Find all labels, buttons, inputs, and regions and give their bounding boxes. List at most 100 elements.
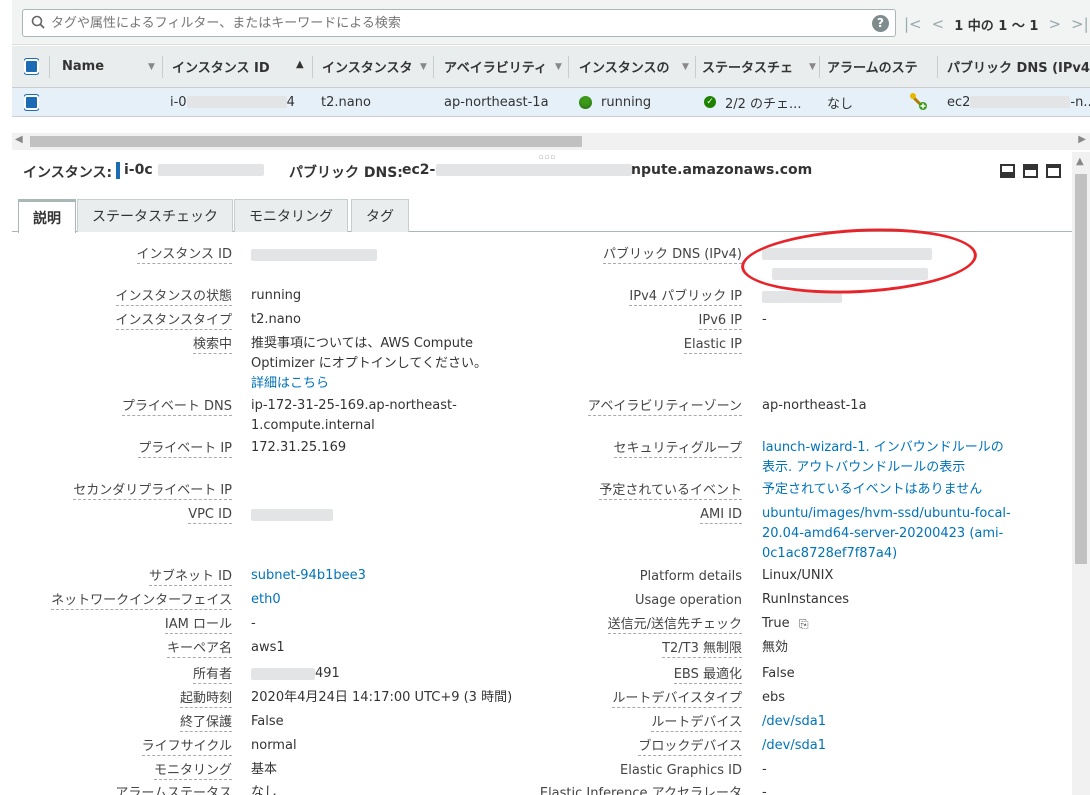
- create-alarm-icon[interactable]: [909, 88, 929, 116]
- annotation-ellipse: [739, 222, 979, 300]
- field-value: False: [251, 714, 284, 729]
- table-row[interactable]: i-0 4 t2.nano ap-northeast-1a running ✓ …: [12, 88, 1090, 117]
- ami-link[interactable]: 20.04-amd64-server-20200423 (ami-: [762, 524, 1003, 544]
- first-page-icon[interactable]: |<: [904, 15, 922, 33]
- tab-description[interactable]: 説明: [18, 199, 76, 233]
- edit-icon[interactable]: ⎘: [799, 617, 809, 632]
- field-label: アラームステータス: [115, 786, 232, 795]
- column-header-name[interactable]: Name: [62, 46, 158, 87]
- scrollbar-thumb[interactable]: [30, 136, 582, 147]
- field-label: プライベート IP: [138, 441, 232, 458]
- column-header-instance-state[interactable]: インスタンスの: [579, 46, 683, 87]
- header-label: インスタンス ID: [172, 61, 270, 76]
- subnet-link[interactable]: subnet-94b1bee3: [251, 566, 366, 586]
- scroll-left-icon[interactable]: ◀: [15, 134, 23, 145]
- column-header-instance-type[interactable]: インスタンスタ: [322, 46, 426, 87]
- redacted-value: [970, 96, 1071, 108]
- chevron-down-icon[interactable]: ▼: [148, 62, 155, 72]
- prev-page-icon[interactable]: <: [932, 15, 945, 33]
- header-label: Name: [62, 59, 105, 74]
- block-device-link[interactable]: /dev/sda1: [762, 736, 826, 756]
- tab-monitoring[interactable]: モニタリング: [234, 199, 348, 232]
- scroll-right-icon[interactable]: ▶: [1078, 134, 1086, 145]
- horizontal-scrollbar[interactable]: ◀ ▶: [12, 133, 1090, 150]
- field-label: 予定されているイベント: [599, 483, 742, 500]
- pane-split-icon[interactable]: [1023, 164, 1038, 178]
- help-icon[interactable]: ?: [872, 15, 889, 32]
- field-label: ネットワークインターフェイス: [51, 593, 232, 610]
- field-value: なし: [251, 785, 278, 795]
- field-value: -: [251, 616, 256, 631]
- redacted-value: [251, 249, 377, 261]
- instance-table-header: Name ▼ インスタンス ID ▲ インスタンスタ ▼ アベイラビリティ ▼ …: [12, 46, 1090, 88]
- ami-link[interactable]: 0c1ac8728ef7f87a4): [762, 544, 897, 564]
- network-interface-link[interactable]: eth0: [251, 590, 281, 610]
- field-value: -: [762, 312, 767, 327]
- dns-suffix: -n...: [1070, 94, 1090, 110]
- sort-ascending-icon[interactable]: ▲: [296, 59, 304, 70]
- header-label: インスタンスの: [579, 61, 670, 76]
- field-label: パブリック DNS (IPv4): [602, 247, 742, 264]
- column-header-public-dns[interactable]: パブリック DNS (IPv4): [947, 46, 1090, 87]
- field-value: False: [762, 666, 795, 681]
- field-label: 所有者: [192, 667, 232, 684]
- field-label: プライベート DNS: [121, 399, 232, 416]
- tab-tags[interactable]: タグ: [351, 199, 409, 232]
- column-header-status-check[interactable]: ステータスチェ: [702, 46, 805, 87]
- dns-prefix: ec2: [947, 94, 971, 110]
- column-header-availability-zone[interactable]: アベイラビリティ: [444, 46, 556, 87]
- scroll-up-icon[interactable]: ▲: [1076, 156, 1084, 167]
- row-availability-zone: ap-northeast-1a: [444, 94, 549, 110]
- pane-bottom-icon[interactable]: [1000, 164, 1015, 178]
- detail-tabs: 説明 ステータスチェック モニタリング タグ: [12, 199, 1072, 233]
- scrollbar-thumb[interactable]: [1075, 174, 1087, 564]
- field-label: ブロックデバイス: [638, 739, 742, 756]
- public-dns-suffix: npute.amazonaws.com: [631, 162, 813, 178]
- resize-handle-icon[interactable]: ▫▫▫: [539, 153, 556, 161]
- next-page-icon[interactable]: >: [1048, 15, 1061, 33]
- detail-pane-header: ▫▫▫ インスタンス: i-0c パブリック DNS: ec2- npute.a…: [12, 152, 1072, 190]
- instance-id-prefix: i-0: [170, 94, 187, 110]
- chevron-down-icon[interactable]: ▼: [420, 62, 427, 72]
- scheduled-events-link[interactable]: 予定されているイベントはありません: [762, 480, 982, 500]
- field-value: RunInstances: [762, 592, 849, 607]
- learn-more-link[interactable]: 詳細はこちら: [251, 374, 329, 394]
- chevron-down-icon[interactable]: ▼: [682, 62, 689, 72]
- redacted-value: [251, 509, 333, 521]
- field-label: Elastic Inference アクセラレータ: [539, 786, 742, 795]
- ami-link[interactable]: ubuntu/images/hvm-ssd/ubuntu-focal-: [762, 504, 1011, 524]
- redacted-value: [436, 164, 632, 176]
- search-input[interactable]: [51, 12, 871, 34]
- root-device-link[interactable]: /dev/sda1: [762, 712, 826, 732]
- security-group-link[interactable]: launch-wizard-1. インバウンドルールの: [762, 438, 1004, 458]
- header-label: ステータスチェ: [702, 61, 794, 76]
- security-group-rules-link[interactable]: 表示. アウトバウンドルールの表示: [762, 458, 965, 478]
- select-all-checkbox[interactable]: [24, 46, 39, 87]
- field-label: AMI ID: [700, 507, 742, 524]
- field-value: 基本: [251, 762, 278, 777]
- column-header-alarm-status[interactable]: アラームのステ: [827, 46, 933, 87]
- field-value: ap-northeast-1a: [762, 398, 867, 413]
- row-checkbox[interactable]: [24, 88, 39, 116]
- row-alarm-status: なし: [827, 96, 854, 112]
- last-page-icon[interactable]: >|: [1071, 15, 1089, 33]
- field-label: ルートデバイス: [651, 715, 742, 732]
- state-text: running: [601, 94, 652, 110]
- pane-top-icon[interactable]: [1046, 164, 1061, 178]
- public-dns-prefix: ec2-: [402, 162, 436, 178]
- field-label: ルートデバイスタイプ: [612, 691, 742, 708]
- search-box[interactable]: ?: [22, 9, 896, 37]
- redacted-value: [158, 164, 264, 176]
- header-label: パブリック DNS (IPv4): [947, 61, 1090, 76]
- chevron-down-icon[interactable]: ▼: [555, 62, 562, 72]
- vertical-scrollbar[interactable]: ▲: [1072, 152, 1090, 795]
- field-value: Linux/UNIX: [762, 568, 834, 583]
- header-label: アラームのステ: [827, 61, 918, 76]
- field-value: -: [762, 785, 767, 795]
- field-value: True: [762, 616, 790, 631]
- tab-status-checks[interactable]: ステータスチェック: [77, 199, 233, 232]
- chevron-down-icon[interactable]: ▼: [809, 62, 816, 72]
- field-label: Usage operation: [634, 593, 742, 608]
- column-header-instance-id[interactable]: インスタンス ID: [172, 46, 304, 87]
- field-label: サブネット ID: [149, 569, 232, 586]
